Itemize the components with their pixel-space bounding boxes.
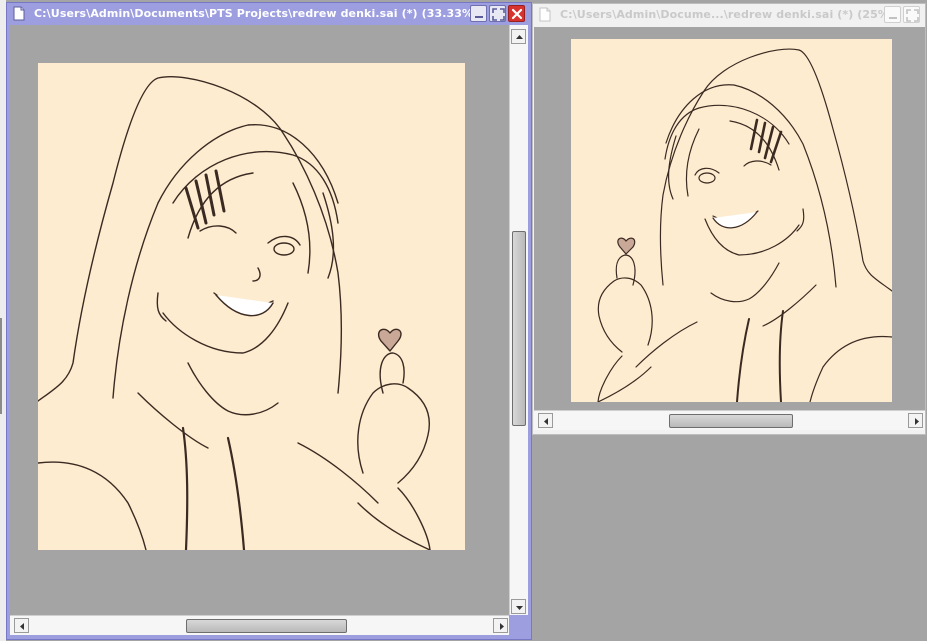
workspace: C:\Users\Admin\Documents\PTS Projects\re… <box>0 0 927 641</box>
canvas-viewport[interactable] <box>10 25 509 615</box>
artwork-lineart <box>38 76 431 550</box>
close-icon <box>511 8 523 20</box>
arrow-up-icon <box>516 35 523 39</box>
minimize-icon <box>889 17 897 19</box>
arrow-left-icon <box>544 418 548 425</box>
drawing-canvas[interactable] <box>571 39 892 402</box>
minimize-button[interactable] <box>470 5 487 22</box>
scroll-left-button[interactable] <box>14 618 29 633</box>
document-window-secondary[interactable]: C:\Users\Admin\Docume...\redrew denki.sa… <box>532 3 926 435</box>
maximize-icon <box>906 9 919 22</box>
title-bar[interactable]: C:\Users\Admin\Documents\PTS Projects\re… <box>7 3 531 25</box>
artwork-lineart-mirrored <box>597 48 892 402</box>
scroll-up-button[interactable] <box>511 29 526 44</box>
vertical-scroll-thumb[interactable] <box>512 231 526 426</box>
scroll-right-button[interactable] <box>493 618 508 633</box>
document-icon <box>13 6 25 21</box>
vertical-scrollbar[interactable] <box>509 25 528 615</box>
maximize-icon <box>492 8 505 21</box>
horizontal-scroll-thumb[interactable] <box>669 414 793 428</box>
scroll-right-button[interactable] <box>908 413 923 428</box>
maximize-button[interactable] <box>903 6 920 23</box>
horizontal-scrollbar[interactable] <box>534 410 925 430</box>
scroll-left-button[interactable] <box>538 413 553 428</box>
minimize-icon <box>475 16 483 18</box>
drawing-canvas[interactable] <box>38 63 465 550</box>
panel-splitter[interactable] <box>0 318 2 414</box>
horizontal-scrollbar[interactable] <box>10 615 509 635</box>
canvas-viewport[interactable] <box>534 27 925 410</box>
scroll-down-button[interactable] <box>511 599 526 614</box>
window-title: C:\Users\Admin\Documents\PTS Projects\re… <box>34 7 479 20</box>
window-title: C:\Users\Admin\Docume...\redrew denki.sa… <box>560 8 895 21</box>
close-button[interactable] <box>508 5 525 22</box>
arrow-left-icon <box>20 623 24 630</box>
arrow-down-icon <box>516 606 523 610</box>
minimize-button[interactable] <box>884 6 901 23</box>
arrow-right-icon <box>915 418 919 425</box>
document-icon <box>539 7 551 22</box>
horizontal-scroll-thumb[interactable] <box>186 619 347 633</box>
arrow-right-icon <box>500 623 504 630</box>
maximize-button[interactable] <box>489 5 506 22</box>
document-window-main[interactable]: C:\Users\Admin\Documents\PTS Projects\re… <box>6 2 532 640</box>
title-bar[interactable]: C:\Users\Admin\Docume...\redrew denki.sa… <box>533 4 925 26</box>
